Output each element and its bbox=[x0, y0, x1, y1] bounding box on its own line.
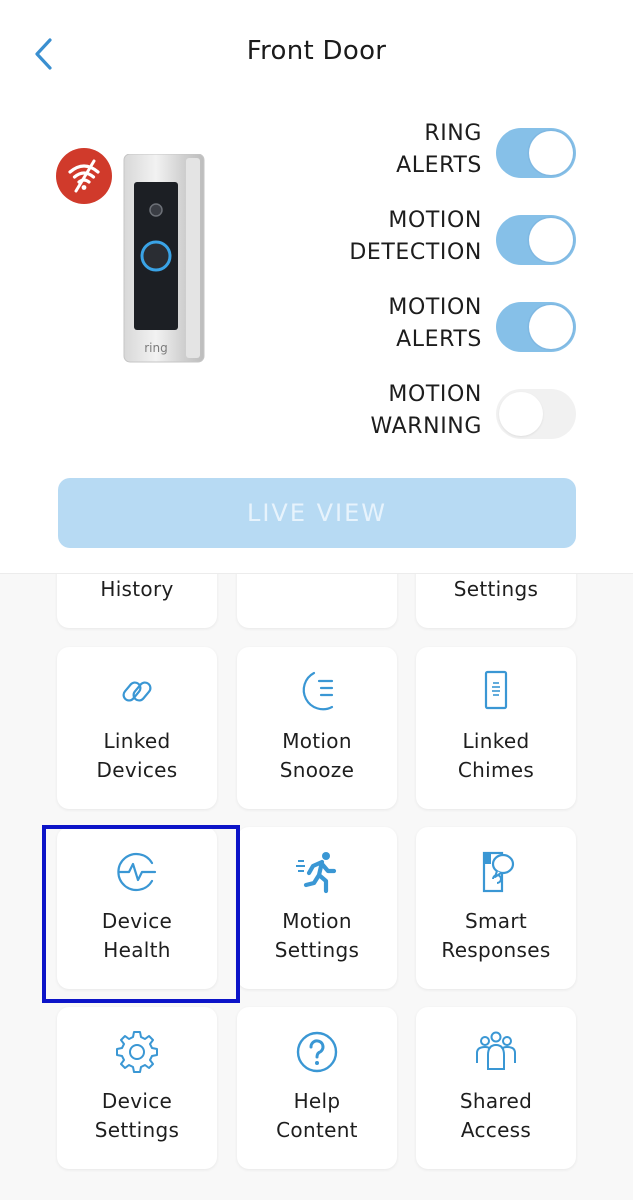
tile-label: History bbox=[100, 577, 174, 601]
feature-grid: History Accessories Settings Linked Devi… bbox=[0, 573, 633, 1200]
tile-linked-chimes[interactable]: Linked Chimes bbox=[416, 647, 576, 809]
tile-shared-access[interactable]: Shared Access bbox=[416, 1007, 576, 1169]
users-icon bbox=[476, 1031, 516, 1070]
tile-motion-snooze[interactable]: Motion Snooze bbox=[237, 647, 397, 809]
tile-label: Device Settings bbox=[94, 1089, 180, 1142]
smart-responses-icon bbox=[482, 851, 515, 893]
toggle-label: MOTION WARNING bbox=[370, 382, 482, 439]
tile-device-health[interactable]: Device Health bbox=[57, 827, 217, 989]
running-person-icon bbox=[296, 852, 337, 894]
tile-linked-devices[interactable]: Linked Devices bbox=[57, 647, 217, 809]
tile-label: Motion Settings bbox=[274, 909, 360, 962]
link-icon bbox=[122, 681, 152, 702]
heartbeat-icon bbox=[117, 852, 157, 892]
help-icon bbox=[296, 1031, 338, 1073]
toggle-label: MOTION DETECTION bbox=[349, 208, 482, 265]
tile-label: Linked Chimes bbox=[457, 729, 535, 782]
tile-help-content[interactable]: Help Content bbox=[237, 1007, 397, 1169]
toggle-label: MOTION ALERTS bbox=[388, 295, 482, 352]
tile-label: Shared Access bbox=[459, 1089, 533, 1142]
wifi-off-badge[interactable] bbox=[56, 148, 112, 204]
tile-motion-settings[interactable]: Motion Settings bbox=[237, 827, 397, 989]
toggle-row-motion-detection: MOTION DETECTION bbox=[300, 205, 590, 275]
tile-label: Settings bbox=[453, 577, 539, 601]
toggle-row-motion-alerts: MOTION ALERTS bbox=[300, 292, 590, 362]
gear-icon bbox=[116, 1031, 158, 1073]
tile-label: Device Health bbox=[101, 909, 173, 962]
toggle-row-motion-warning: MOTION WARNING bbox=[300, 379, 590, 449]
moon-snooze-icon bbox=[302, 671, 334, 711]
doorbell-device: ring bbox=[120, 153, 210, 366]
tile-device-settings[interactable]: Device Settings bbox=[57, 1007, 217, 1169]
header: Front Door bbox=[0, 0, 633, 110]
live-view-button[interactable]: LIVE VIEW bbox=[58, 478, 576, 548]
motion-warning-toggle[interactable] bbox=[496, 389, 576, 439]
wifi-off-icon bbox=[68, 159, 100, 193]
toggle-knob bbox=[529, 218, 573, 262]
tile-label: Linked Devices bbox=[96, 729, 178, 782]
ring-alerts-toggle[interactable] bbox=[496, 128, 576, 178]
page-title: Front Door bbox=[246, 36, 387, 66]
tile-settings[interactable]: Settings bbox=[416, 574, 576, 628]
toggle-label: RING ALERTS bbox=[396, 121, 482, 178]
motion-alerts-toggle[interactable] bbox=[496, 302, 576, 352]
tile-label: Accessories bbox=[237, 574, 397, 578]
toggle-knob bbox=[529, 305, 573, 349]
chime-icon bbox=[484, 670, 508, 710]
motion-detection-toggle[interactable] bbox=[496, 215, 576, 265]
brand-logo: ring bbox=[144, 341, 168, 355]
tile-label: Help Content bbox=[276, 1089, 358, 1142]
toggle-row-ring-alerts: RING ALERTS bbox=[300, 118, 590, 188]
tile-accessories[interactable]: Accessories bbox=[237, 574, 397, 628]
device-image: ring bbox=[56, 146, 226, 376]
tile-label: Motion Snooze bbox=[279, 729, 355, 782]
tile-smart-responses[interactable]: Smart Responses bbox=[416, 827, 576, 989]
tile-label: Smart Responses bbox=[441, 909, 551, 962]
toggle-knob bbox=[499, 392, 543, 436]
toggle-knob bbox=[529, 131, 573, 175]
tile-history[interactable]: History bbox=[57, 574, 217, 628]
